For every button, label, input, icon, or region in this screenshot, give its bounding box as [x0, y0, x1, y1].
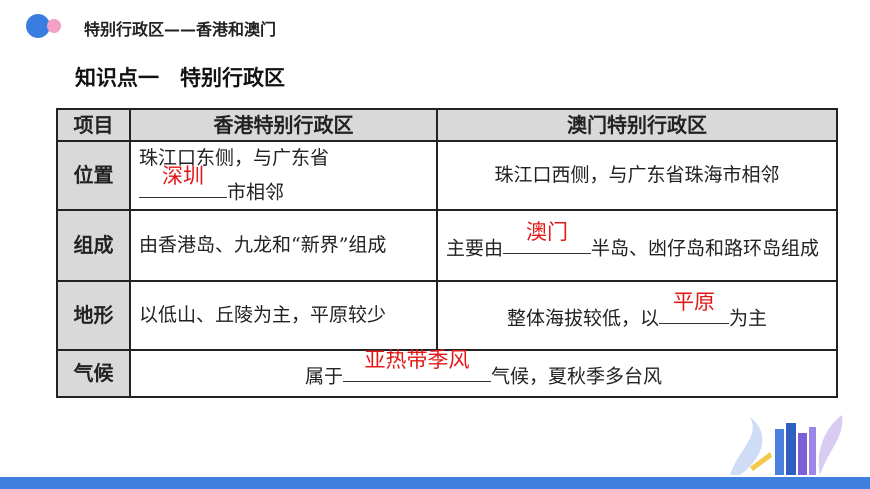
- comparison-table: 项目 香港特别行政区 澳门特别行政区 位置 珠江口东侧，与广东省 深圳 市相邻 珠…: [56, 107, 838, 398]
- answer-macau: 澳门: [526, 219, 569, 244]
- row-label-composition: 组成: [56, 209, 131, 283]
- cell-hk-terrain: 以低山、丘陵为主，平原较少: [129, 280, 438, 352]
- header-macau: 澳门特别行政区: [436, 107, 838, 143]
- table-header-row: 项目 香港特别行政区 澳门特别行政区: [56, 107, 838, 143]
- climate-text-2: 气候，夏秋季多台风: [491, 365, 663, 388]
- books-decoration-icon: [730, 415, 843, 475]
- cell-macau-location: 珠江口西侧，与广东省珠海市相邻: [436, 140, 838, 212]
- answer-blank: 深圳: [139, 164, 227, 199]
- cell-hk-location: 珠江口东侧，与广东省 深圳 市相邻: [129, 140, 438, 212]
- macau-terrain-text-2: 为主: [729, 307, 768, 330]
- macau-composition-text-1: 主要由: [446, 237, 504, 260]
- row-label-climate: 气候: [56, 349, 131, 398]
- answer-plain: 平原: [673, 289, 715, 314]
- table-row-terrain: 地形 以低山、丘陵为主，平原较少 整体海拔较低，以 平原 为主: [56, 280, 838, 352]
- cell-climate: 属于 亚热带季风 气候，夏秋季多台风: [129, 348, 838, 398]
- page-header-title: 特别行政区——香港和澳门: [84, 20, 277, 39]
- hk-location-text-2: 市相邻: [227, 181, 285, 204]
- logo-circles-icon: [26, 14, 61, 38]
- header-item: 项目: [56, 107, 131, 143]
- cell-hk-composition: 由香港岛、九龙和“新界”组成: [129, 209, 438, 283]
- row-label-terrain: 地形: [56, 280, 131, 352]
- table-row-climate: 气候 属于 亚热带季风 气候，夏秋季多台风: [56, 348, 838, 398]
- answer-blank: 澳门: [503, 220, 592, 255]
- answer-shenzhen: 深圳: [162, 163, 204, 188]
- section-title: 知识点一 特别行政区: [75, 66, 285, 90]
- climate-text-1: 属于: [304, 365, 343, 388]
- header-hongkong: 香港特别行政区: [129, 107, 438, 143]
- cell-macau-terrain: 整体海拔较低，以 平原 为主: [436, 280, 838, 352]
- cell-macau-composition: 主要由 澳门 半岛、凼仔岛和路环岛组成: [436, 209, 838, 283]
- bottom-accent-bar: [0, 477, 870, 489]
- answer-subtropical-monsoon: 亚热带季风: [364, 347, 470, 372]
- answer-blank: 平原: [659, 290, 729, 325]
- row-label-location: 位置: [56, 140, 131, 212]
- answer-blank: 亚热带季风: [343, 348, 491, 383]
- macau-composition-text-2: 半岛、凼仔岛和路环岛组成: [591, 237, 820, 260]
- table-row-composition: 组成 由香港岛、九龙和“新界”组成 主要由 澳门 半岛、凼仔岛和路环岛组成: [56, 209, 838, 283]
- table-row-location: 位置 珠江口东侧，与广东省 深圳 市相邻 珠江口西侧，与广东省珠海市相邻: [56, 140, 838, 212]
- macau-terrain-text-1: 整体海拔较低，以: [506, 307, 659, 330]
